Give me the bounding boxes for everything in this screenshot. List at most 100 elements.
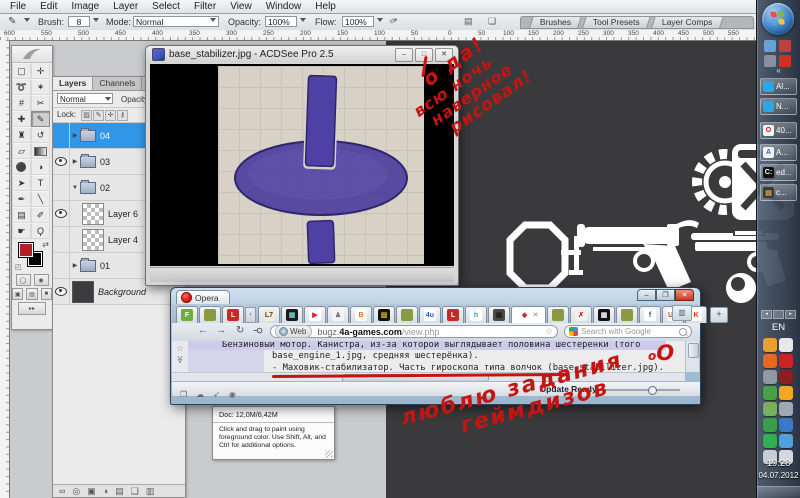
browser-tab[interactable]: L7 (258, 306, 280, 323)
visibility-toggle[interactable] (53, 149, 70, 174)
default-colors-icon[interactable]: ◰ (15, 263, 22, 271)
visibility-toggle[interactable] (53, 123, 70, 148)
menu-help[interactable]: Help (308, 0, 343, 13)
bugtracker-page[interactable]: Бензиновый мотор. Канистра, из-за которо… (188, 341, 685, 372)
lasso-tool-icon[interactable]: ➰ (12, 79, 31, 95)
browser-tab[interactable] (616, 306, 638, 323)
tray-icon[interactable] (779, 418, 793, 432)
taskbar-app-button[interactable]: AA... (760, 144, 797, 161)
layer-thumbnail[interactable] (82, 203, 104, 225)
move-tool-icon[interactable]: ✛ (31, 63, 50, 79)
hand-tool-icon[interactable]: ☛ (12, 223, 31, 239)
brush-tool-icon[interactable]: ✎ (31, 111, 50, 127)
snapshot-icon[interactable]: ◉ (229, 390, 236, 399)
tray-icon[interactable] (779, 354, 793, 368)
vertical-scrollbar[interactable] (685, 341, 699, 372)
eyedropper-tool-icon[interactable]: ✐ (31, 207, 50, 223)
tray-scroll-control[interactable]: ◂▸ (761, 310, 796, 319)
dodge-tool-icon[interactable]: ◑ (31, 159, 50, 175)
opera-close-button[interactable]: ✕ (675, 289, 694, 301)
visibility-toggle[interactable] (53, 253, 70, 278)
quick-mask-mode-button[interactable]: ◉ (34, 274, 49, 286)
layer-style-icon[interactable]: ◎ (72, 485, 80, 497)
tray-icon[interactable] (779, 40, 791, 52)
clock-time[interactable]: 19:28 (757, 458, 800, 469)
healing-brush-tool-icon[interactable]: ✚ (12, 111, 31, 127)
url-field[interactable]: Web bugz.4a-games.com/view.php ☆ (270, 325, 558, 338)
browser-tab[interactable] (199, 306, 221, 323)
opacity-arrow-icon[interactable] (300, 18, 306, 22)
share-icon[interactable]: ➶ (213, 390, 220, 399)
opera-menu-button[interactable]: Opera (176, 290, 230, 304)
web-badge[interactable]: Web (275, 325, 312, 338)
notes-tool-icon[interactable]: ▤ (12, 207, 31, 223)
swap-colors-icon[interactable]: ⇄ (42, 240, 49, 249)
visibility-toggle[interactable] (53, 175, 70, 200)
tab-scroll-left-button[interactable]: ‹ (245, 307, 256, 323)
expand-arrow-icon[interactable]: ▶ (70, 262, 80, 269)
slice-tool-icon[interactable]: ✂ (31, 95, 50, 111)
taskbar-app-button[interactable]: O40... (760, 122, 797, 139)
browser-tab[interactable]: ▦ (593, 306, 615, 323)
tray-icon[interactable] (779, 370, 793, 384)
tray-icon[interactable] (763, 434, 777, 448)
reload-button[interactable]: ↻ (236, 325, 244, 336)
start-button[interactable] (762, 3, 794, 35)
tray-icon[interactable] (779, 434, 793, 448)
pen-tool-icon[interactable]: ✒ (12, 191, 31, 207)
expand-arrow-icon[interactable]: ▶ (70, 158, 80, 165)
closed-tabs-trash-icon[interactable]: ▥ (672, 305, 692, 321)
layer-mask-icon[interactable]: ▣ (87, 485, 96, 497)
menu-select[interactable]: Select (145, 0, 187, 13)
opera-link-key-icon[interactable]: ⚲ (252, 327, 263, 334)
tray-icon[interactable] (763, 338, 777, 352)
sync-cloud-icon[interactable]: ☁ (196, 390, 204, 399)
tray-icon[interactable] (779, 386, 793, 400)
type-tool-icon[interactable]: T (31, 175, 50, 191)
flow-arrow-icon[interactable] (377, 18, 383, 22)
tray-icon[interactable] (763, 354, 777, 368)
brush-tool-preset-icon[interactable]: ✎ (8, 16, 16, 27)
airbrush-icon[interactable]: ✑ (388, 15, 400, 28)
brush-size-picker[interactable]: 8 (68, 16, 90, 27)
visibility-toggle[interactable] (53, 227, 70, 252)
standard-screen-button[interactable]: ▣ (12, 288, 23, 300)
delete-layer-icon[interactable]: ▥ (146, 485, 155, 497)
forward-button[interactable]: → (216, 325, 226, 336)
menu-image[interactable]: Image (64, 0, 106, 13)
fullscreen-button[interactable]: ■ (41, 288, 52, 300)
browser-tab[interactable]: ♟ (327, 306, 349, 323)
link-layers-icon[interactable]: ∞ (59, 485, 65, 497)
new-group-icon[interactable]: ▤ (115, 485, 124, 497)
visibility-toggle[interactable] (53, 201, 70, 226)
menu-layer[interactable]: Layer (106, 0, 145, 13)
lock-icon[interactable]: ⚷ (117, 110, 128, 121)
browser-tab[interactable]: ✗ (570, 306, 592, 323)
adjustment-layer-icon[interactable]: ◑ (103, 485, 108, 497)
search-field[interactable]: Search with Google (564, 325, 692, 338)
update-ready-label[interactable]: Update Ready (540, 384, 597, 394)
opera-maximize-button[interactable]: ❐ (656, 289, 675, 301)
browser-tab[interactable] (396, 306, 418, 323)
edit-in-imageready-button[interactable]: ▸▸ (18, 302, 46, 315)
edit-standard-mode-button[interactable]: ◯ (16, 274, 31, 286)
browser-tab[interactable]: L (222, 306, 244, 323)
opacity-input[interactable]: 100% (265, 16, 297, 27)
path-selection-tool-icon[interactable]: ➤ (12, 175, 31, 191)
tool-preset-arrow-icon[interactable] (24, 18, 30, 22)
tray-icon[interactable] (764, 40, 776, 52)
flow-input[interactable]: 100% (342, 16, 374, 27)
browser-tab-active[interactable]: ◆✕ (511, 306, 546, 323)
expand-arrow-icon[interactable]: ▶ (70, 132, 80, 139)
back-button[interactable]: ← (198, 325, 208, 336)
zoom-tool-icon[interactable]: Ϙ (31, 223, 50, 239)
tray-icon[interactable] (779, 338, 793, 352)
palette-tab-tool-presets[interactable]: Tool Presets (582, 16, 651, 28)
foreground-color-swatch[interactable] (18, 242, 34, 258)
zoom-slider-thumb[interactable] (648, 386, 657, 395)
lock-icon[interactable]: ▨ (81, 110, 92, 121)
show-desktop-button[interactable] (757, 486, 800, 498)
history-brush-tool-icon[interactable]: ↺ (31, 127, 50, 143)
expand-arrow-icon[interactable]: ▼ (70, 185, 80, 191)
opera-titlebar[interactable]: Opera – ❐ ✕ (171, 288, 700, 304)
